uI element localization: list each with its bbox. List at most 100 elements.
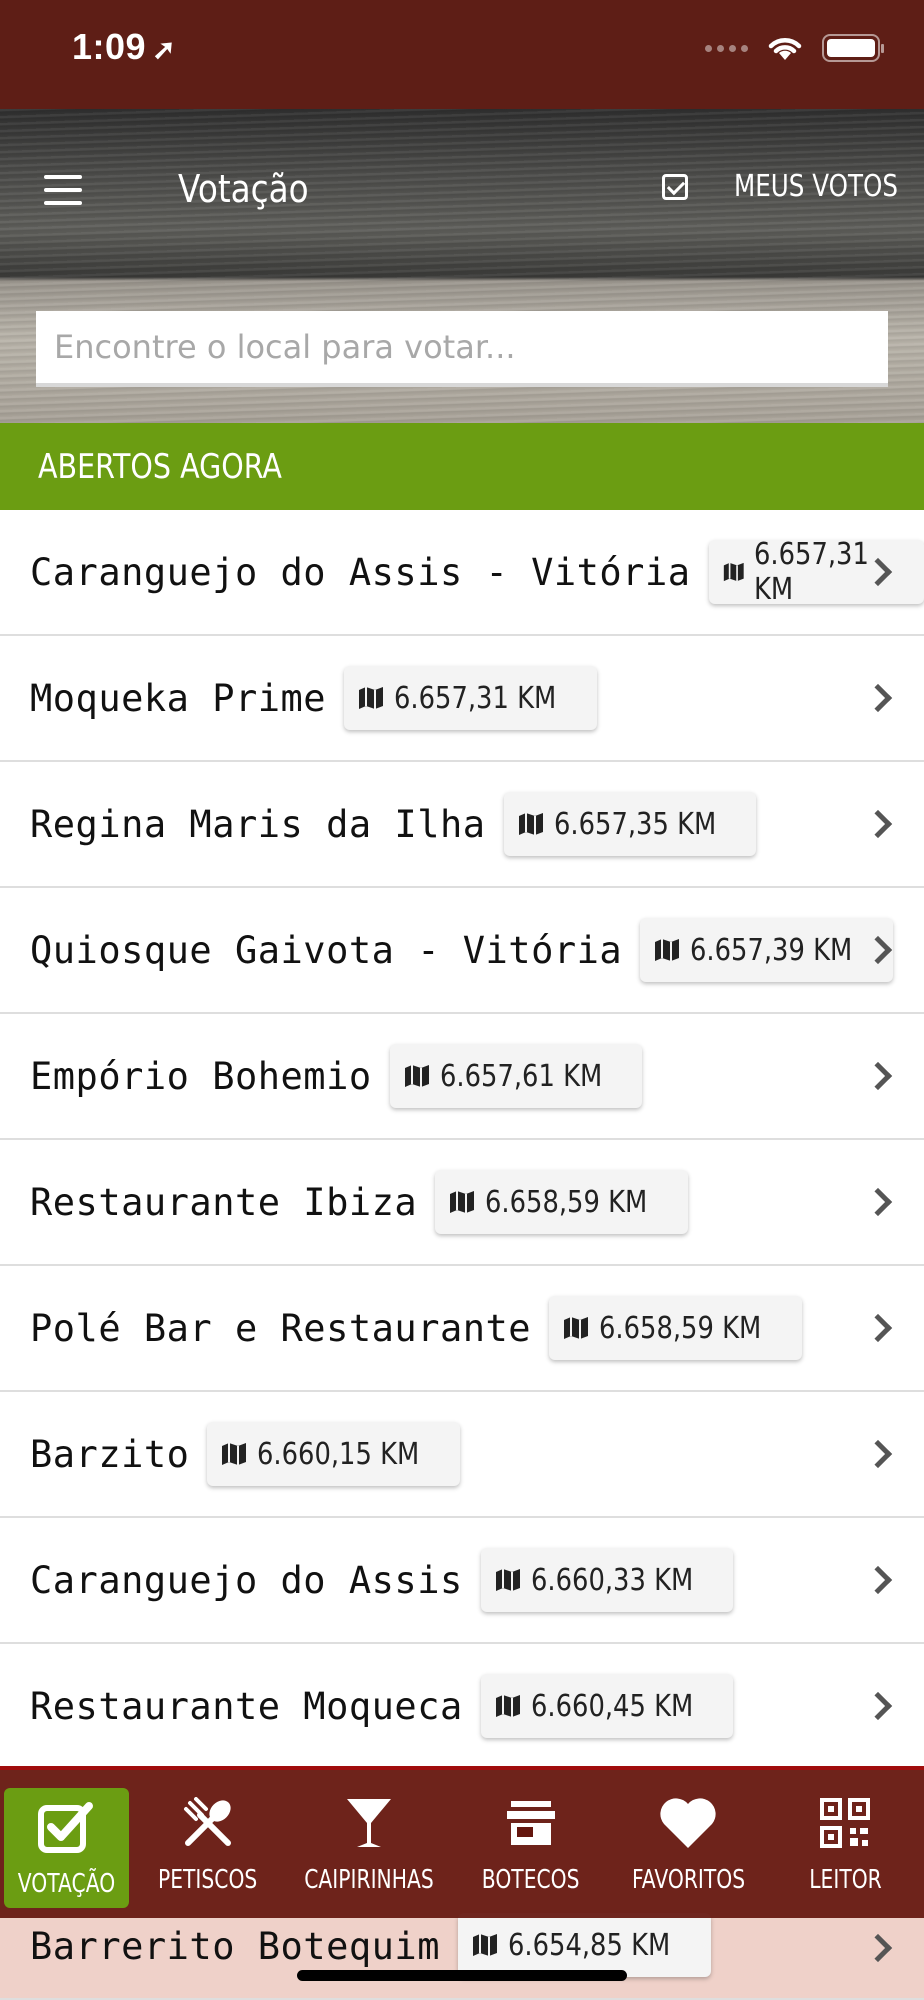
distance-text: 6.657,61 KM	[439, 1058, 602, 1094]
home-indicator	[297, 1970, 627, 1981]
chevron-right-icon	[863, 809, 893, 839]
page-title: Votação	[178, 167, 309, 211]
venue-name: Moqueka Prime	[30, 676, 327, 720]
heart-icon	[658, 1793, 718, 1853]
map-icon	[495, 1695, 520, 1717]
qr-code-icon	[815, 1793, 875, 1853]
map-icon	[472, 1934, 497, 1956]
search-input[interactable]	[36, 311, 888, 383]
tab-label: PETISCOS	[157, 1865, 258, 1895]
venue-name: Barzito	[30, 1432, 190, 1476]
distance-badge: 6.657,61 KM	[389, 1044, 643, 1108]
chevron-right-icon	[863, 1187, 893, 1217]
venue-name: Restaurante Moqueca	[30, 1684, 463, 1728]
distance-badge: 6.657,35 KM	[503, 792, 757, 856]
tab-caipirinhas[interactable]: CAIPIRINHAS	[286, 1770, 452, 1918]
distance-badge: 6.660,45 KM	[480, 1674, 734, 1738]
tab-leitor[interactable]: LEITOR	[767, 1770, 924, 1918]
bottom-tab-bar: VOTAÇÃO PETISCOS CAIPIRINHAS BOTECOS FAV…	[0, 1770, 924, 1918]
list-item[interactable]: Caranguejo do Assis 6.660,33 KM	[0, 1518, 924, 1644]
chevron-right-icon	[863, 683, 893, 713]
tab-botecos[interactable]: BOTECOS	[452, 1770, 609, 1918]
nav-bar: Votação MEUS VOTOS	[0, 109, 924, 277]
chevron-right-icon	[863, 1691, 893, 1721]
distance-text: 6.658,59 KM	[599, 1310, 762, 1346]
chevron-right-icon	[863, 1061, 893, 1091]
chevron-right-icon	[863, 1439, 893, 1469]
distance-text: 6.660,45 KM	[530, 1688, 694, 1724]
my-votes-label: MEUS VOTOS	[734, 169, 898, 204]
cocktail-glass-icon	[339, 1793, 399, 1853]
tab-petiscos[interactable]: PETISCOS	[129, 1770, 286, 1918]
map-icon	[564, 1317, 589, 1339]
map-icon	[655, 939, 680, 961]
checkbox-icon	[662, 173, 689, 200]
list-item[interactable]: Caranguejo do Assis - Vitória 6.657,31 K…	[0, 510, 924, 636]
tab-label: LEITOR	[809, 1865, 882, 1895]
distance-text: 6.660,15 KM	[257, 1436, 420, 1472]
tab-votacao[interactable]: VOTAÇÃO	[4, 1788, 129, 1908]
status-indicators	[705, 34, 884, 62]
tab-favoritos[interactable]: FAVORITOS	[609, 1770, 766, 1918]
check-square-icon	[36, 1797, 96, 1857]
venue-name: Regina Maris da Ilha	[30, 802, 486, 846]
distance-badge: 6.658,59 KM	[435, 1170, 688, 1234]
distance-badge: 6.657,31 KM	[344, 666, 597, 730]
venue-name: Empório Bohemio	[30, 1054, 372, 1098]
list-item[interactable]: Quiosque Gaivota - Vitória 6.657,39 KM	[0, 888, 924, 1014]
distance-text: 6.660,33 KM	[530, 1562, 694, 1598]
distance-text: 6.654,85 KM	[507, 1927, 671, 1963]
fork-spoon-icon	[178, 1793, 238, 1853]
map-icon	[723, 562, 744, 582]
clock-text: 1:09	[72, 26, 147, 67]
distance-badge: 6.660,33 KM	[480, 1548, 734, 1612]
map-icon	[450, 1191, 475, 1213]
battery-icon	[822, 34, 884, 62]
map-icon	[359, 687, 384, 709]
list-item[interactable]: Restaurante Moqueca 6.660,45 KM	[0, 1644, 924, 1770]
tab-label: CAIPIRINHAS	[304, 1865, 434, 1895]
list-item[interactable]: Barzito 6.660,15 KM	[0, 1392, 924, 1518]
my-votes-button[interactable]: MEUS VOTOS	[662, 169, 898, 204]
status-time: 1:09 ➚	[72, 26, 176, 68]
list-item[interactable]: Polé Bar e Restaurante 6.658,59 KM	[0, 1266, 924, 1392]
hamburger-icon[interactable]	[44, 175, 82, 205]
tab-label: FAVORITOS	[631, 1865, 745, 1895]
list-item[interactable]: Moqueka Prime 6.657,31 KM	[0, 636, 924, 762]
distance-text: 6.657,35 KM	[553, 806, 716, 842]
map-icon	[222, 1443, 247, 1465]
tab-label: BOTECOS	[481, 1865, 580, 1895]
distance-badge: 6.657,39 KM	[640, 918, 893, 982]
tab-label: VOTAÇÃO	[17, 1869, 116, 1899]
venue-name: Restaurante Ibiza	[30, 1180, 418, 1224]
map-icon	[404, 1065, 429, 1087]
status-bar: 1:09 ➚	[0, 0, 924, 109]
section-header-open-now: ABERTOS AGORA	[0, 423, 924, 510]
location-arrow-icon: ➚	[152, 34, 177, 65]
header: Votação MEUS VOTOS	[0, 109, 924, 423]
distance-badge: 6.658,59 KM	[549, 1296, 802, 1360]
venue-name: Caranguejo do Assis	[30, 1558, 463, 1602]
distance-text: 6.657,39 KM	[690, 932, 853, 968]
list-item[interactable]: Restaurante Ibiza 6.658,59 KM	[0, 1140, 924, 1266]
list-item[interactable]: Regina Maris da Ilha 6.657,35 KM	[0, 762, 924, 888]
list-item[interactable]: Empório Bohemio 6.657,61 KM	[0, 1014, 924, 1140]
map-icon	[518, 813, 543, 835]
chevron-right-icon	[863, 1933, 893, 1963]
store-icon	[501, 1793, 561, 1853]
distance-text: 6.657,31 KM	[394, 680, 557, 716]
search-field	[36, 311, 888, 387]
map-icon	[495, 1569, 520, 1591]
wifi-icon	[768, 38, 802, 60]
distance-badge: 6.654,85 KM	[457, 1913, 711, 1977]
chevron-right-icon	[863, 1313, 893, 1343]
venue-name: Quiosque Gaivota - Vitória	[30, 928, 623, 972]
section-title: ABERTOS AGORA	[38, 446, 282, 487]
distance-badge: 6.660,15 KM	[207, 1422, 461, 1486]
venue-name: Polé Bar e Restaurante	[30, 1306, 532, 1350]
cellular-signal-icon	[705, 44, 748, 52]
venue-name: Caranguejo do Assis - Vitória	[30, 550, 691, 594]
distance-text: 6.658,59 KM	[485, 1184, 648, 1220]
chevron-right-icon	[863, 1565, 893, 1595]
venue-name: Barrerito Botequim	[30, 1925, 440, 1968]
